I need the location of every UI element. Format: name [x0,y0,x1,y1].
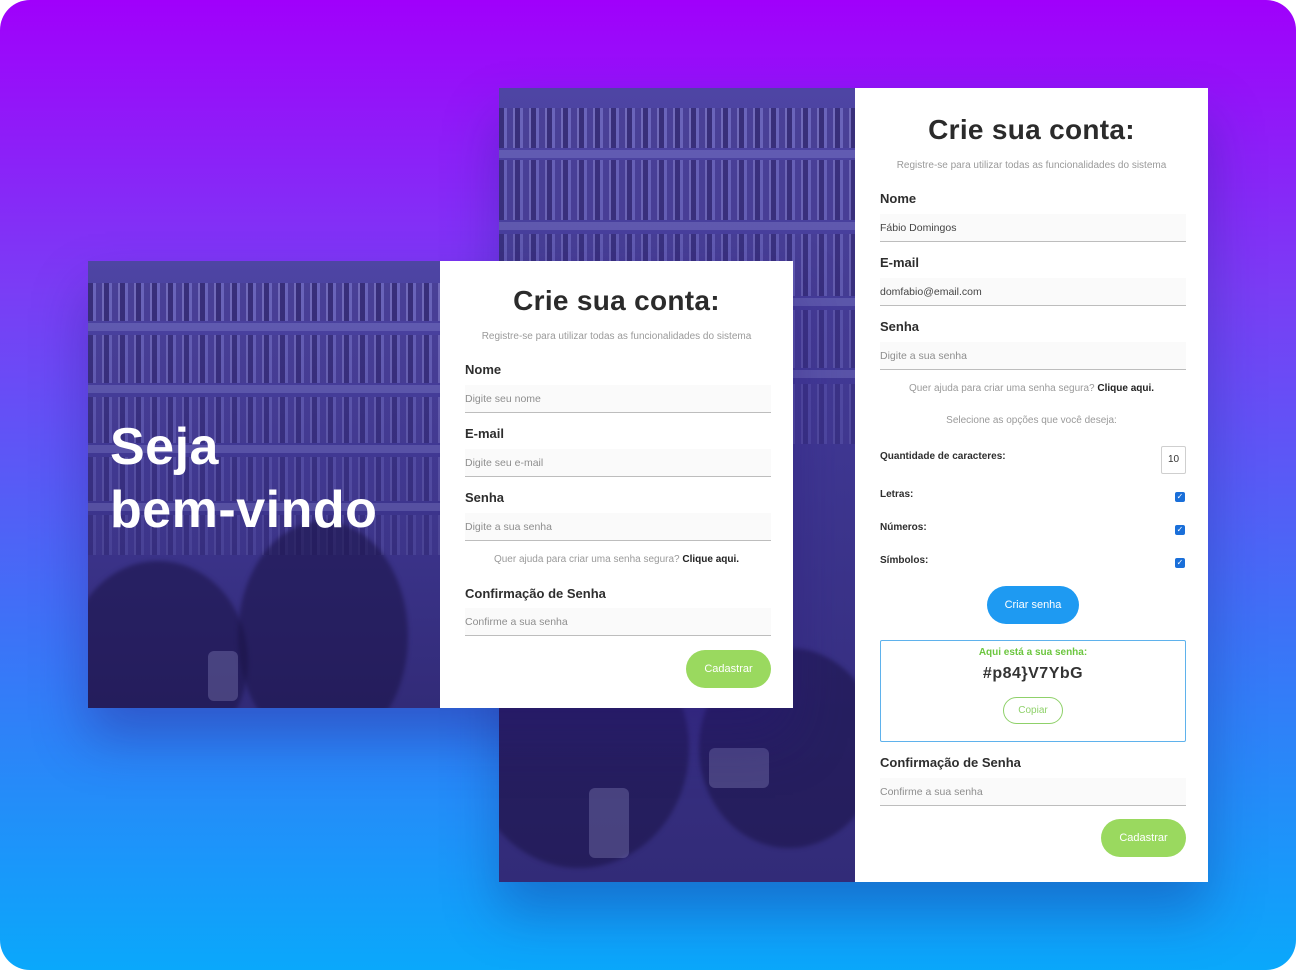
generated-password-value: #p84}V7YbG [982,665,1084,682]
register-button[interactable]: Cadastrar [1101,819,1186,857]
page-title: Crie sua conta: [513,285,720,316]
name-label: Nome [880,191,917,206]
signup-form-expanded: Crie sua conta: Registre-se para utiliza… [855,88,1208,882]
letters-checkbox[interactable]: ✓ [1175,492,1185,502]
symbols-checkbox[interactable]: ✓ [1175,558,1185,568]
password-label: Senha [880,319,920,334]
confirm-label: Confirmação de Senha [880,755,1021,770]
confirm-label: Confirmação de Senha [465,586,606,601]
page-subtitle: Registre-se para utilizar todas as funci… [481,331,752,342]
email-field[interactable] [465,449,771,477]
char-count-label: Quantidade de caracteres: [880,451,1006,462]
signup-form: Crie sua conta: Registre-se para utiliza… [440,261,793,708]
password-field[interactable] [880,342,1186,370]
password-help-text: Quer ajuda para criar uma senha segura? [493,554,680,565]
email-field[interactable] [880,278,1186,306]
password-help-link[interactable]: Clique aqui. [1097,383,1154,394]
confirm-password-field[interactable] [880,778,1186,806]
password-help-text: Quer ajuda para criar uma senha segura? [908,383,1095,394]
generated-password-box: Aqui está a sua senha: #p84}V7YbG Copiar [880,640,1186,742]
signup-screen: Seja bem-vindo Crie sua conta: Registre-… [88,261,793,708]
password-help: Quer ajuda para criar uma senha segura? … [440,554,793,565]
page-title: Crie sua conta: [928,114,1135,145]
welcome-line-1: Seja [110,418,219,476]
generated-password-title: Aqui está a sua senha: [978,647,1088,658]
password-label: Senha [465,490,505,505]
confirm-password-field[interactable] [465,608,771,636]
welcome-heading: Seja bem-vindo [110,416,377,542]
password-help-link[interactable]: Clique aqui. [682,554,739,565]
library-photo: Seja bem-vindo [88,261,440,708]
options-prompt: Selecione as opções que você deseja: [946,415,1117,426]
letters-label: Letras: [880,489,914,500]
name-field[interactable] [465,385,771,413]
numbers-label: Números: [880,522,927,533]
name-label: Nome [465,362,502,377]
char-count-input[interactable]: 10 [1161,446,1186,474]
email-label: E-mail [880,255,920,270]
numbers-checkbox[interactable]: ✓ [1175,525,1185,535]
page-subtitle: Registre-se para utilizar todas as funci… [896,160,1167,171]
email-label: E-mail [465,426,505,441]
register-button[interactable]: Cadastrar [686,650,771,688]
password-help: Quer ajuda para criar uma senha segura? … [855,383,1208,394]
copy-button[interactable]: Copiar [1003,697,1063,724]
symbols-label: Símbolos: [880,555,929,566]
welcome-line-2: bem-vindo [110,481,378,539]
password-field[interactable] [465,513,771,541]
background-canvas: Crie sua conta: Registre-se para utiliza… [0,0,1296,970]
generate-password-button[interactable]: Criar senha [987,586,1079,624]
name-field[interactable] [880,214,1186,242]
